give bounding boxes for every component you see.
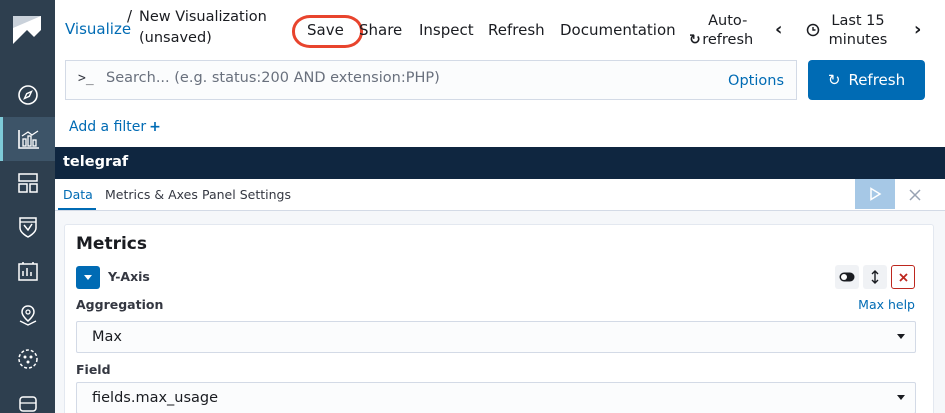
- toggle-aggregation-button[interactable]: [835, 265, 859, 289]
- timelion-shield-icon: [18, 217, 37, 238]
- kibana-logo[interactable]: [0, 0, 55, 60]
- filter-bar: Add a filter +: [55, 110, 945, 146]
- documentation-link[interactable]: Documentation: [560, 21, 676, 39]
- breadcrumb-visualize[interactable]: Visualize: [65, 20, 131, 38]
- search-input[interactable]: >_ Search... (e.g. status:200 AND extens…: [65, 60, 797, 100]
- toggle-icon: [839, 272, 855, 282]
- visualize-chart-icon: [18, 130, 39, 149]
- nav-infrastructure[interactable]: [0, 381, 55, 413]
- refresh-icon: ↻: [827, 71, 841, 89]
- add-filter-button[interactable]: Add a filter +: [69, 119, 161, 135]
- share-button[interactable]: Share: [359, 21, 402, 39]
- nav-machine-learning[interactable]: [0, 337, 55, 381]
- top-nav: Visualize / New Visualization (unsaved) …: [55, 0, 945, 60]
- caret-down-icon: [897, 395, 905, 400]
- aggregation-controls: [835, 265, 915, 289]
- metrics-section-title: Metrics: [76, 234, 147, 254]
- chevron-left-icon[interactable]: ‹: [775, 19, 782, 40]
- query-bar: >_ Search... (e.g. status:200 AND extens…: [55, 60, 945, 110]
- nav-canvas[interactable]: [0, 249, 55, 293]
- chevron-down-icon: [84, 275, 92, 280]
- active-tab-indicator: [58, 208, 96, 210]
- apply-changes-button[interactable]: [855, 179, 895, 209]
- close-icon: [909, 189, 921, 201]
- query-language-prompt: >_: [78, 71, 94, 86]
- nav-discover[interactable]: [0, 73, 55, 117]
- auto-refresh-button[interactable]: ↻Auto-refresh: [689, 12, 755, 50]
- caret-down-icon: [897, 334, 905, 339]
- nav-visualize[interactable]: [0, 117, 55, 161]
- aggregation-select[interactable]: Max: [76, 321, 916, 353]
- kibana-visualize-app: Visualize / New Visualization (unsaved) …: [0, 0, 945, 413]
- remove-aggregation-button[interactable]: [891, 265, 915, 289]
- aggregation-value: Max: [92, 329, 122, 345]
- tab-metrics-axes[interactable]: Metrics & Axes: [105, 187, 198, 202]
- nav-maps[interactable]: [0, 293, 55, 337]
- side-nav: [0, 0, 55, 413]
- aggregation-help-link[interactable]: Max help: [858, 297, 915, 312]
- refresh-button[interactable]: ↻ Refresh: [808, 60, 925, 100]
- sort-arrows-icon: [871, 270, 879, 284]
- compass-icon: [17, 85, 38, 105]
- canvas-icon: [17, 262, 38, 281]
- time-range-picker[interactable]: Last 15 minutes: [828, 12, 888, 50]
- aggregation-label: Aggregation: [76, 297, 164, 312]
- collapse-aggregation-button[interactable]: [76, 266, 100, 289]
- field-label: Field: [76, 362, 111, 377]
- nav-dashboard[interactable]: [0, 161, 55, 205]
- search-options-button[interactable]: Options: [728, 73, 784, 89]
- refresh-menu-button[interactable]: Refresh: [488, 21, 545, 39]
- search-placeholder: Search... (e.g. status:200 AND extension…: [106, 70, 440, 86]
- index-pattern-bar: telegraf: [55, 147, 945, 179]
- index-pattern-name: telegraf: [63, 154, 129, 170]
- infra-icon: [18, 396, 37, 412]
- page-title: New Visualization (unsaved): [139, 9, 267, 46]
- add-filter-label: Add a filter: [69, 119, 147, 135]
- ml-icon: [17, 349, 38, 369]
- refresh-cycle-icon: ↻: [689, 32, 701, 48]
- auto-refresh-label: Auto-refresh: [702, 13, 754, 48]
- field-value: fields.max_usage: [92, 390, 219, 406]
- dashboard-icon: [17, 173, 38, 193]
- map-pin-icon: [19, 305, 36, 326]
- tab-panel-settings[interactable]: Panel Settings: [202, 187, 291, 202]
- nav-timelion[interactable]: [0, 205, 55, 249]
- close-icon: [898, 272, 908, 282]
- clock-icon: [806, 22, 820, 41]
- time-range-label: Last 15 minutes: [828, 13, 888, 48]
- aggregation-title: Y-Axis: [108, 269, 150, 284]
- reorder-aggregation-handle[interactable]: [863, 265, 887, 289]
- plus-icon: +: [149, 119, 161, 135]
- field-select[interactable]: fields.max_usage: [76, 382, 916, 413]
- discard-changes-button[interactable]: [903, 183, 927, 207]
- refresh-button-label: Refresh: [848, 71, 906, 89]
- tab-data[interactable]: Data: [63, 187, 93, 202]
- metrics-panel: Metrics Y-Axis Aggregation Max help Max …: [64, 224, 934, 413]
- editor-tabs: Data Metrics & Axes Panel Settings: [55, 179, 945, 211]
- inspect-button[interactable]: Inspect: [419, 21, 474, 39]
- chevron-right-icon[interactable]: ›: [914, 19, 921, 40]
- save-highlight-circle: [292, 15, 363, 48]
- play-icon: [870, 187, 882, 201]
